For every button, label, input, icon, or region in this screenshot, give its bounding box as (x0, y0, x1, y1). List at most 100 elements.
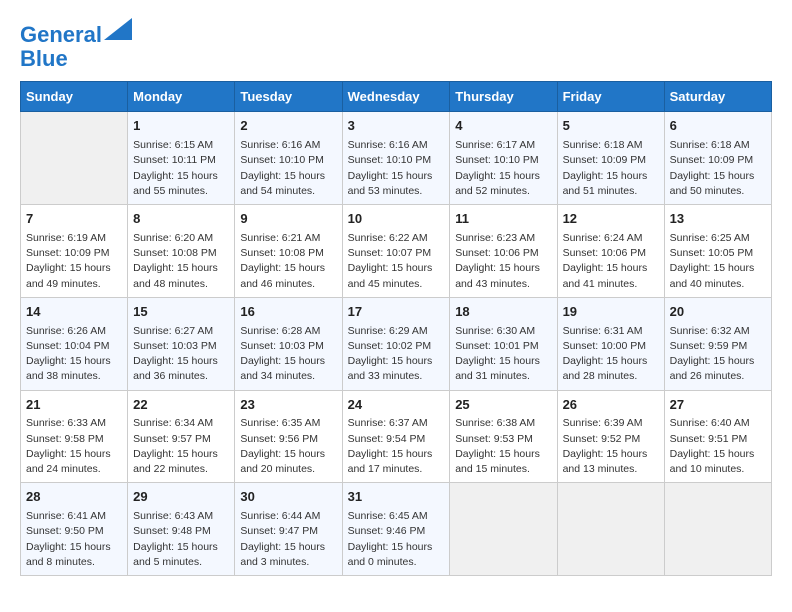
day-info: Sunrise: 6:26 AMSunset: 10:04 PMDaylight… (26, 324, 122, 385)
day-number: 25 (455, 396, 551, 415)
calendar-cell (664, 483, 771, 576)
calendar-cell: 24Sunrise: 6:37 AMSunset: 9:54 PMDayligh… (342, 390, 450, 483)
calendar-cell: 29 Sunrise: 6:43 AMSunset: 9:48 PMDayligh… (128, 483, 235, 576)
day-info: Sunrise: 6:16 AMSunset: 10:10 PMDaylight… (240, 138, 336, 199)
day-number: 19 (563, 303, 659, 322)
calendar-cell: 21Sunrise: 6:33 AMSunset: 9:58 PMDayligh… (21, 390, 128, 483)
calendar-cell: 17 Sunrise: 6:29 AMSunset: 10:02 PMDaylig… (342, 297, 450, 390)
calendar-cell: 3 Sunrise: 6:16 AMSunset: 10:10 PMDayligh… (342, 112, 450, 205)
calendar-cell: 5 Sunrise: 6:18 AMSunset: 10:09 PMDayligh… (557, 112, 664, 205)
calendar-cell: 28Sunrise: 6:41 AMSunset: 9:50 PMDayligh… (21, 483, 128, 576)
day-info: Sunrise: 6:24 AMSunset: 10:06 PMDaylight… (563, 231, 659, 292)
day-info: Sunrise: 6:31 AMSunset: 10:00 PMDaylight… (563, 324, 659, 385)
logo: General Blue (20, 20, 132, 71)
calendar-cell: 20Sunrise: 6:32 AMSunset: 9:59 PMDayligh… (664, 297, 771, 390)
day-number: 27 (670, 396, 766, 415)
day-number: 21 (26, 396, 122, 415)
week-row-3: 14 Sunrise: 6:26 AMSunset: 10:04 PMDaylig… (21, 297, 772, 390)
col-header-saturday: Saturday (664, 82, 771, 112)
day-number: 18 (455, 303, 551, 322)
calendar-cell: 26Sunrise: 6:39 AMSunset: 9:52 PMDayligh… (557, 390, 664, 483)
week-row-4: 21Sunrise: 6:33 AMSunset: 9:58 PMDayligh… (21, 390, 772, 483)
header-row: SundayMondayTuesdayWednesdayThursdayFrid… (21, 82, 772, 112)
calendar-cell: 10Sunrise: 6:22 AMSunset: 10:07 PMDaylig… (342, 205, 450, 298)
day-number: 26 (563, 396, 659, 415)
calendar-cell: 1 Sunrise: 6:15 AMSunset: 10:11 PMDayligh… (128, 112, 235, 205)
calendar-cell: 13 Sunrise: 6:25 AMSunset: 10:05 PMDaylig… (664, 205, 771, 298)
day-number: 15 (133, 303, 229, 322)
day-number: 6 (670, 117, 766, 136)
calendar-cell: 30Sunrise: 6:44 AMSunset: 9:47 PMDayligh… (235, 483, 342, 576)
calendar-cell: 6 Sunrise: 6:18 AMSunset: 10:09 PMDayligh… (664, 112, 771, 205)
col-header-sunday: Sunday (21, 82, 128, 112)
logo-blue: Blue (20, 46, 68, 71)
day-info: Sunrise: 6:30 AMSunset: 10:01 PMDaylight… (455, 324, 551, 385)
calendar-cell: 2 Sunrise: 6:16 AMSunset: 10:10 PMDayligh… (235, 112, 342, 205)
day-info: Sunrise: 6:18 AMSunset: 10:09 PMDaylight… (670, 138, 766, 199)
calendar-cell: 14 Sunrise: 6:26 AMSunset: 10:04 PMDaylig… (21, 297, 128, 390)
day-info: Sunrise: 6:45 AMSunset: 9:46 PMDaylight:… (348, 509, 445, 570)
day-number: 31 (348, 488, 445, 507)
day-number: 16 (240, 303, 336, 322)
calendar-cell: 23Sunrise: 6:35 AMSunset: 9:56 PMDayligh… (235, 390, 342, 483)
day-info: Sunrise: 6:34 AMSunset: 9:57 PMDaylight:… (133, 416, 229, 477)
day-info: Sunrise: 6:38 AMSunset: 9:53 PMDaylight:… (455, 416, 551, 477)
day-number: 4 (455, 117, 551, 136)
calendar-cell: 22Sunrise: 6:34 AMSunset: 9:57 PMDayligh… (128, 390, 235, 483)
day-number: 1 (133, 117, 229, 136)
day-info: Sunrise: 6:23 AMSunset: 10:06 PMDaylight… (455, 231, 551, 292)
calendar-cell (21, 112, 128, 205)
calendar-cell (450, 483, 557, 576)
day-info: Sunrise: 6:39 AMSunset: 9:52 PMDaylight:… (563, 416, 659, 477)
day-number: 28 (26, 488, 122, 507)
day-number: 5 (563, 117, 659, 136)
week-row-5: 28Sunrise: 6:41 AMSunset: 9:50 PMDayligh… (21, 483, 772, 576)
col-header-tuesday: Tuesday (235, 82, 342, 112)
day-number: 12 (563, 210, 659, 229)
calendar-cell: 25Sunrise: 6:38 AMSunset: 9:53 PMDayligh… (450, 390, 557, 483)
day-info: Sunrise: 6:27 AMSunset: 10:03 PMDaylight… (133, 324, 229, 385)
logo-icon (104, 18, 132, 40)
calendar-cell: 12 Sunrise: 6:24 AMSunset: 10:06 PMDaylig… (557, 205, 664, 298)
day-info: Sunrise: 6:44 AMSunset: 9:47 PMDaylight:… (240, 509, 336, 570)
day-info: Sunrise: 6:32 AMSunset: 9:59 PMDaylight:… (670, 324, 766, 385)
day-number: 2 (240, 117, 336, 136)
calendar-cell (557, 483, 664, 576)
calendar-cell: 19 Sunrise: 6:31 AMSunset: 10:00 PMDaylig… (557, 297, 664, 390)
calendar-cell: 18 Sunrise: 6:30 AMSunset: 10:01 PMDaylig… (450, 297, 557, 390)
day-info: Sunrise: 6:19 AMSunset: 10:09 PMDaylight… (26, 231, 122, 292)
calendar-cell: 11 Sunrise: 6:23 AMSunset: 10:06 PMDaylig… (450, 205, 557, 298)
day-number: 3 (348, 117, 445, 136)
day-info: Sunrise: 6:33 AMSunset: 9:58 PMDaylight:… (26, 416, 122, 477)
day-info: Sunrise: 6:21 AMSunset: 10:08 PMDaylight… (240, 231, 336, 292)
calendar-cell: 16 Sunrise: 6:28 AMSunset: 10:03 PMDaylig… (235, 297, 342, 390)
day-number: 8 (133, 210, 229, 229)
day-info: Sunrise: 6:15 AMSunset: 10:11 PMDaylight… (133, 138, 229, 199)
day-info: Sunrise: 6:29 AMSunset: 10:02 PMDaylight… (348, 324, 445, 385)
day-number: 14 (26, 303, 122, 322)
day-info: Sunrise: 6:16 AMSunset: 10:10 PMDaylight… (348, 138, 445, 199)
day-info: Sunrise: 6:22 AMSunset: 10:07 PMDaylight… (348, 231, 445, 292)
day-number: 22 (133, 396, 229, 415)
calendar-cell: 31 Sunrise: 6:45 AMSunset: 9:46 PMDayligh… (342, 483, 450, 576)
day-number: 7 (26, 210, 122, 229)
day-info: Sunrise: 6:25 AMSunset: 10:05 PMDaylight… (670, 231, 766, 292)
page-header: General Blue (20, 20, 772, 71)
day-number: 11 (455, 210, 551, 229)
day-number: 17 (348, 303, 445, 322)
day-number: 24 (348, 396, 445, 415)
col-header-monday: Monday (128, 82, 235, 112)
calendar-cell: 27Sunrise: 6:40 AMSunset: 9:51 PMDayligh… (664, 390, 771, 483)
day-info: Sunrise: 6:28 AMSunset: 10:03 PMDaylight… (240, 324, 336, 385)
day-info: Sunrise: 6:18 AMSunset: 10:09 PMDaylight… (563, 138, 659, 199)
calendar-cell: 8 Sunrise: 6:20 AMSunset: 10:08 PMDayligh… (128, 205, 235, 298)
day-info: Sunrise: 6:43 AMSunset: 9:48 PMDaylight:… (133, 509, 229, 570)
col-header-friday: Friday (557, 82, 664, 112)
day-info: Sunrise: 6:37 AMSunset: 9:54 PMDaylight:… (348, 416, 445, 477)
col-header-thursday: Thursday (450, 82, 557, 112)
day-number: 29 (133, 488, 229, 507)
day-info: Sunrise: 6:40 AMSunset: 9:51 PMDaylight:… (670, 416, 766, 477)
day-number: 23 (240, 396, 336, 415)
day-number: 13 (670, 210, 766, 229)
day-info: Sunrise: 6:20 AMSunset: 10:08 PMDaylight… (133, 231, 229, 292)
